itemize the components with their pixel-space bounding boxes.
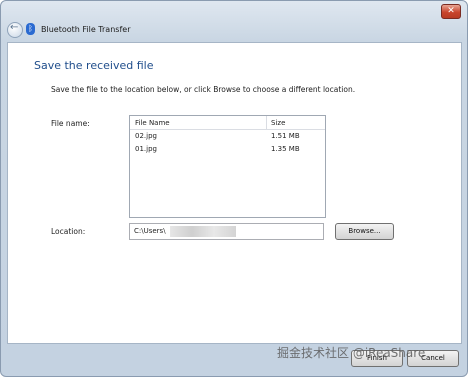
list-item[interactable]: 02.jpg 1.51 MB <box>130 131 325 143</box>
file-name-cell: 01.jpg <box>135 145 157 153</box>
file-list-header: File Name Size <box>130 116 325 130</box>
back-arrow-icon: ← <box>10 22 19 33</box>
list-item[interactable]: 01.jpg 1.35 MB <box>130 144 325 156</box>
watermark: 掘金技术社区 @iReaShare <box>277 346 426 360</box>
file-list[interactable]: File Name Size 02.jpg 1.51 MB 01.jpg 1.3… <box>129 115 326 218</box>
page-heading: Save the received file <box>34 59 154 72</box>
column-divider[interactable] <box>266 116 267 129</box>
close-icon: ✕ <box>447 6 455 16</box>
close-button[interactable]: ✕ <box>441 4 461 19</box>
file-name-label: File name: <box>51 119 90 128</box>
window-title: Bluetooth File Transfer <box>41 25 131 34</box>
wizard-content: Save the received file Save the file to … <box>7 42 462 344</box>
browse-button[interactable]: Browse... <box>335 223 394 240</box>
bluetooth-transfer-window: ← ᛒ Bluetooth File Transfer ✕ Save the r… <box>0 0 468 377</box>
column-header-size[interactable]: Size <box>271 119 285 127</box>
file-size-cell: 1.35 MB <box>271 145 300 153</box>
location-label: Location: <box>51 227 86 236</box>
title-bar: ← ᛒ Bluetooth File Transfer ✕ <box>1 1 467 41</box>
redacted-path <box>170 226 236 237</box>
instruction-text: Save the file to the location below, or … <box>51 85 356 94</box>
column-header-file-name[interactable]: File Name <box>135 119 170 127</box>
file-size-cell: 1.51 MB <box>271 132 300 140</box>
back-button[interactable]: ← <box>7 22 23 38</box>
bluetooth-icon: ᛒ <box>26 23 35 35</box>
location-value: C:\Users\ <box>134 227 166 235</box>
location-input[interactable]: C:\Users\ <box>129 223 324 240</box>
file-name-cell: 02.jpg <box>135 132 157 140</box>
